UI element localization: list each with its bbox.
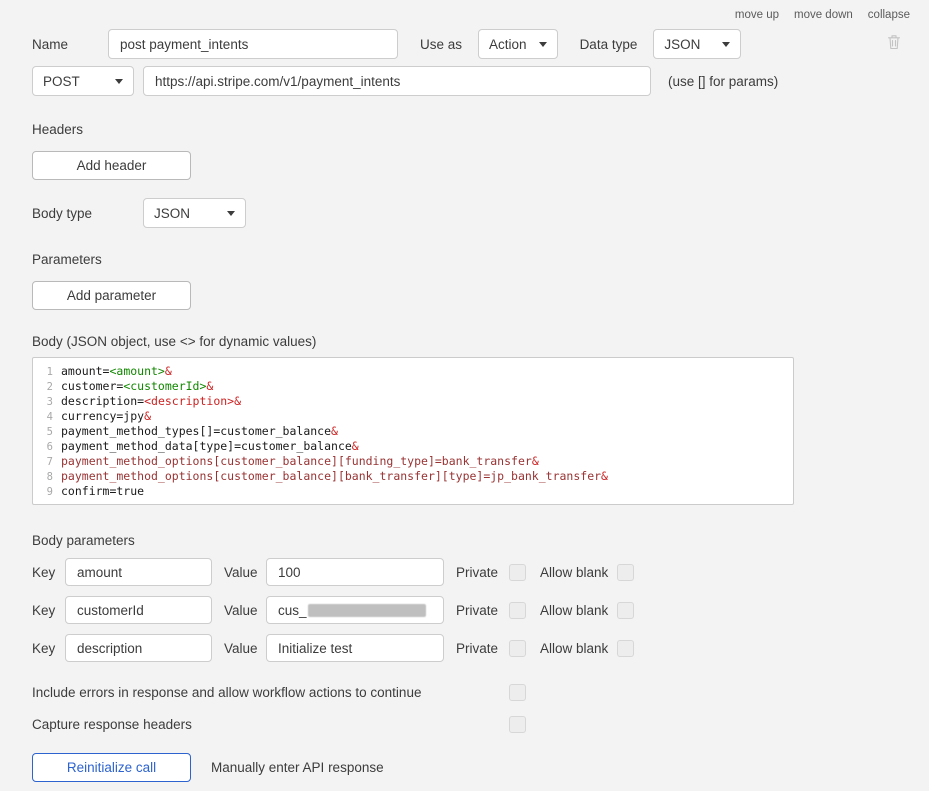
value-label: Value	[224, 602, 258, 618]
value-label: Value	[224, 640, 258, 656]
code-line: 2 customer=<customerId>&	[35, 379, 787, 394]
line-number: 3	[46, 396, 53, 408]
body-type-value: JSON	[154, 205, 191, 221]
add-header-button[interactable]: Add header	[32, 151, 191, 180]
move-up-link[interactable]: move up	[735, 9, 779, 21]
param-value-input[interactable]	[266, 634, 444, 662]
body-type-dropdown[interactable]: JSON	[143, 198, 246, 228]
collapse-link[interactable]: collapse	[868, 9, 910, 21]
move-down-link[interactable]: move down	[794, 9, 853, 21]
allow-blank-label: Allow blank	[540, 640, 609, 656]
delete-call-button[interactable]	[887, 34, 901, 50]
redacted-value	[307, 603, 426, 617]
code-line: 6 payment_method_data[type]=customer_bala…	[35, 439, 787, 454]
chevron-down-icon	[538, 41, 547, 47]
data-type-label: Data type	[579, 36, 638, 52]
use-as-label: Use as	[420, 36, 463, 52]
line-number: 1	[46, 366, 53, 378]
code-line: 9 confirm=true	[35, 484, 787, 499]
line-number: 6	[46, 441, 53, 453]
data-type-value: JSON	[664, 36, 701, 52]
key-label: Key	[32, 640, 56, 656]
use-as-value: Action	[489, 36, 527, 52]
code-line: 4 currency=jpy&	[35, 409, 787, 424]
headers-label: Headers	[32, 122, 84, 137]
body-parameter-row: Key Value Private Allow blank	[32, 558, 794, 586]
url-input[interactable]	[143, 66, 651, 96]
chevron-down-icon	[722, 41, 731, 47]
line-number: 4	[46, 411, 53, 423]
trash-icon	[887, 35, 901, 50]
allow-blank-checkbox[interactable]	[617, 563, 634, 581]
key-label: Key	[32, 564, 56, 580]
line-number: 7	[46, 456, 53, 468]
name-label: Name	[32, 36, 69, 52]
use-as-dropdown[interactable]: Action	[478, 29, 558, 59]
footer-row: Reinitialize call Manually enter API res…	[32, 753, 794, 782]
code-line: 8 payment_method_options[customer_balance…	[35, 469, 787, 484]
param-key-input[interactable]	[65, 596, 212, 624]
call-toolbar: move up move down collapse	[735, 9, 910, 21]
call-name-input[interactable]	[108, 29, 398, 59]
private-label: Private	[456, 602, 499, 618]
line-number: 9	[46, 486, 53, 498]
chevron-down-icon	[227, 210, 235, 216]
method-value: POST	[43, 73, 80, 89]
key-label: Key	[32, 602, 56, 618]
param-key-input[interactable]	[65, 634, 212, 662]
include-errors-row: Include errors in response and allow wor…	[32, 684, 794, 701]
body-parameter-row: Key Value Private Allow blank	[32, 634, 794, 662]
capture-headers-row: Capture response headers	[32, 716, 794, 733]
body-code-editor[interactable]: 1 amount=<amount>& 2 customer=<customerId>&…	[32, 357, 794, 505]
parameters-label: Parameters	[32, 252, 102, 267]
private-checkbox[interactable]	[509, 601, 526, 619]
code-line: 7 payment_method_options[customer_balance…	[35, 454, 787, 469]
allow-blank-label: Allow blank	[540, 564, 609, 580]
value-label: Value	[224, 564, 258, 580]
line-number: 5	[46, 426, 53, 438]
body-type-label: Body type	[32, 205, 93, 221]
param-value-input[interactable]	[266, 558, 444, 586]
private-label: Private	[456, 640, 499, 656]
chevron-down-icon	[115, 78, 123, 84]
include-errors-checkbox[interactable]	[509, 684, 526, 701]
param-value-input[interactable]: cus_	[266, 596, 444, 624]
body-type-row: Body type JSON	[32, 198, 794, 228]
body-parameter-row: Key Value cus_ Private Allow blank	[32, 596, 794, 624]
body-label: Body (JSON object, use <> for dynamic va…	[32, 334, 317, 349]
capture-headers-checkbox[interactable]	[509, 716, 526, 733]
capture-headers-label: Capture response headers	[32, 717, 192, 732]
include-errors-label: Include errors in response and allow wor…	[32, 685, 422, 700]
code-line: 5 payment_method_types[]=customer_balance…	[35, 424, 787, 439]
url-row: POST (use [] for params)	[32, 66, 794, 96]
private-checkbox[interactable]	[509, 563, 526, 581]
code-line: 1 amount=<amount>&	[35, 364, 787, 379]
add-parameter-button[interactable]: Add parameter	[32, 281, 191, 310]
reinitialize-call-button[interactable]: Reinitialize call	[32, 753, 191, 782]
allow-blank-checkbox[interactable]	[617, 639, 634, 657]
private-checkbox[interactable]	[509, 639, 526, 657]
allow-blank-checkbox[interactable]	[617, 601, 634, 619]
private-label: Private	[456, 564, 499, 580]
params-hint: (use [] for params)	[668, 73, 779, 89]
value-prefix: cus_	[278, 602, 307, 618]
allow-blank-label: Allow blank	[540, 602, 609, 618]
line-number: 8	[46, 471, 53, 483]
method-dropdown[interactable]: POST	[32, 66, 134, 96]
code-line: 3 description=<description>&	[35, 394, 787, 409]
line-number: 2	[46, 381, 53, 393]
manual-response-link[interactable]: Manually enter API response	[211, 760, 384, 775]
param-key-input[interactable]	[65, 558, 212, 586]
name-row: Name Use as Action Data type JSON	[32, 29, 794, 59]
body-parameters-label: Body parameters	[32, 533, 135, 548]
api-call-panel: Name Use as Action Data type JSON POST (…	[32, 29, 794, 782]
data-type-dropdown[interactable]: JSON	[653, 29, 742, 59]
